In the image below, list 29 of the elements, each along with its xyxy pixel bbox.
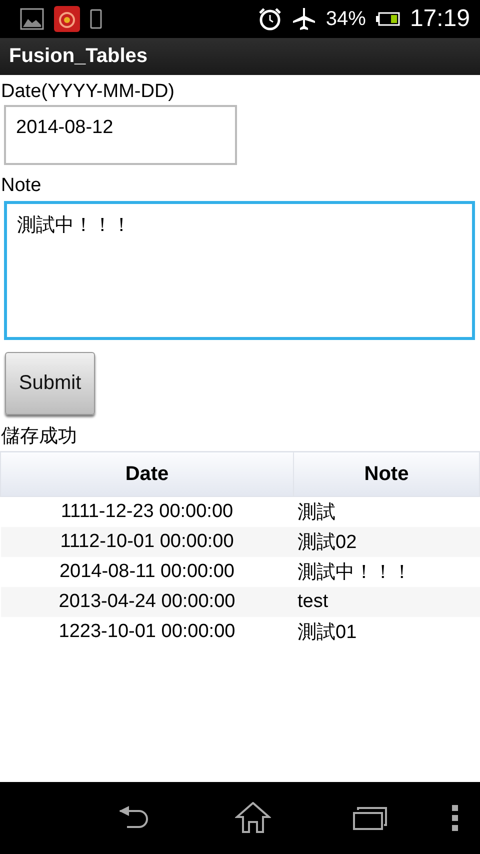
table-cell: 2014-08-11 00:00:00 <box>0 557 294 587</box>
alarm-icon <box>258 7 282 31</box>
note-label: Note <box>1 175 42 197</box>
overflow-menu-icon[interactable] <box>452 805 458 831</box>
table-cell: 2013-04-24 00:00:00 <box>0 587 294 617</box>
column-header: Note <box>294 452 480 496</box>
table-cell: 1223-10-01 00:00:00 <box>0 617 294 647</box>
airplane-icon <box>292 7 316 31</box>
table-cell: 測試 <box>294 496 480 527</box>
table-cell: 測試02 <box>294 527 480 557</box>
image-icon <box>20 7 44 31</box>
column-header: Date <box>0 452 294 496</box>
date-field[interactable]: 2014-08-12 <box>4 105 237 165</box>
table-cell: test <box>294 587 480 617</box>
table-cell: 1111-12-23 00:00:00 <box>0 496 294 527</box>
table-cell: 測試中！！！ <box>294 557 480 587</box>
recent-apps-icon[interactable] <box>353 805 389 831</box>
battery-icon <box>376 12 400 26</box>
status-message: 儲存成功 <box>1 425 77 449</box>
battery-percentage: 34% <box>326 8 366 30</box>
date-label: Date(YYYY-MM-DD) <box>1 81 174 103</box>
submit-button[interactable]: Submit <box>5 352 95 415</box>
app-title: Fusion_Tables <box>9 45 148 68</box>
phone-icon <box>90 9 102 29</box>
clock-time: 17:19 <box>410 5 470 33</box>
table-cell: 1112-10-01 00:00:00 <box>0 527 294 557</box>
note-field[interactable]: 測試中！！！ <box>4 201 475 340</box>
home-icon[interactable] <box>235 802 271 834</box>
table-cell: 測試01 <box>294 617 480 647</box>
